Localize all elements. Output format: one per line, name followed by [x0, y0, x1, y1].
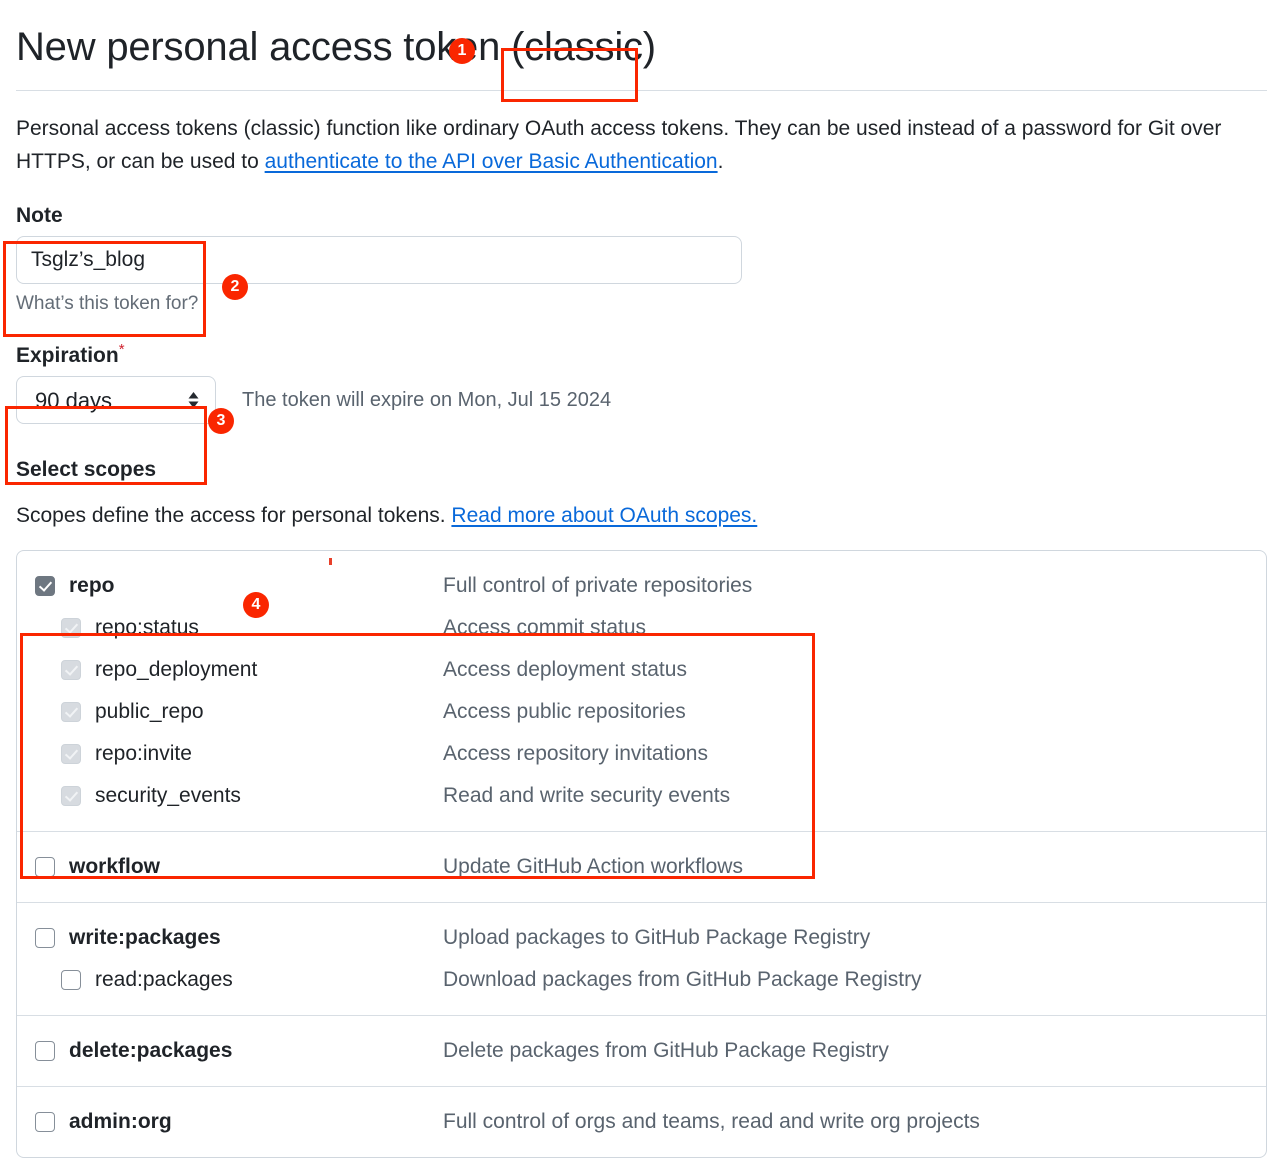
scope-description: Read and write security events [443, 784, 730, 808]
scope-description: Access commit status [443, 616, 646, 640]
scope-name: security_events [95, 784, 443, 808]
checkbox-repo-deployment [61, 660, 81, 680]
expiration-select[interactable]: 90 days [16, 376, 216, 424]
scopes-list: repoFull control of private repositories… [16, 550, 1267, 1158]
page-title-classic: (classic) [511, 25, 656, 69]
scope-description: Access repository invitations [443, 742, 708, 766]
checkbox-admin-org[interactable] [35, 1112, 55, 1132]
scope-group: workflowUpdate GitHub Action workflows [17, 832, 1266, 903]
scope-group: repoFull control of private repositories… [17, 551, 1266, 832]
expiration-select-wrapper: 90 days [16, 376, 216, 424]
annotation-badge-1: 1 [449, 38, 475, 64]
scope-name: public_repo [95, 700, 443, 724]
scope-name: repo_deployment [95, 658, 443, 682]
checkbox-public-repo [61, 702, 81, 722]
checkbox-delete-packages[interactable] [35, 1041, 55, 1061]
scope-description: Download packages from GitHub Package Re… [443, 968, 922, 992]
page-title: New personal access token (classic) [16, 24, 1267, 70]
scope-group: write:packagesUpload packages to GitHub … [17, 903, 1266, 1016]
expiration-info-text: The token will expire on Mon, Jul 15 202… [242, 389, 611, 412]
scope-name: repo:invite [95, 742, 443, 766]
expiration-label: Expiration* [16, 341, 1267, 368]
basic-auth-link[interactable]: authenticate to the API over Basic Authe… [265, 150, 718, 173]
scope-row-delete-packages[interactable]: delete:packagesDelete packages from GitH… [17, 1030, 1266, 1072]
checkbox-workflow[interactable] [35, 857, 55, 877]
scope-description: Full control of orgs and teams, read and… [443, 1110, 980, 1134]
expiration-row: 90 days The token will expire on Mon, Ju… [16, 376, 1267, 424]
expiration-label-text: Expiration [16, 344, 119, 367]
checkbox-security-events [61, 786, 81, 806]
checkbox-repo-status [61, 618, 81, 638]
annotation-badge-3: 3 [208, 408, 234, 434]
scope-row-repo-invite[interactable]: repo:inviteAccess repository invitations [17, 733, 1266, 775]
scope-row-admin-org[interactable]: admin:orgFull control of orgs and teams,… [17, 1101, 1266, 1143]
scope-description: Update GitHub Action workflows [443, 855, 743, 879]
scopes-description: Scopes define the access for personal to… [16, 504, 1267, 528]
scope-description: Access public repositories [443, 700, 686, 724]
scope-description: Access deployment status [443, 658, 687, 682]
scope-row-repo-deployment[interactable]: repo_deploymentAccess deployment status [17, 649, 1266, 691]
scope-row-write-packages[interactable]: write:packagesUpload packages to GitHub … [17, 917, 1266, 959]
required-marker: * [119, 341, 125, 358]
scope-name: delete:packages [69, 1039, 443, 1063]
scope-description: Upload packages to GitHub Package Regist… [443, 926, 870, 950]
title-divider [16, 90, 1267, 91]
intro-text-after: . [718, 150, 724, 173]
page-title-main: New personal access token [16, 25, 511, 69]
intro-paragraph: Personal access tokens (classic) functio… [16, 113, 1267, 178]
oauth-scopes-link[interactable]: Read more about OAuth scopes. [451, 504, 757, 527]
scope-description: Full control of private repositories [443, 574, 752, 598]
note-help-text: What’s this token for? [16, 293, 1267, 315]
checkbox-read-packages[interactable] [61, 970, 81, 990]
select-scopes-heading: Select scopes [16, 458, 1267, 482]
scope-name: repo:status [95, 616, 443, 640]
scope-group: delete:packagesDelete packages from GitH… [17, 1016, 1266, 1087]
scope-row-read-packages[interactable]: read:packagesDownload packages from GitH… [17, 959, 1266, 1001]
checkbox-repo[interactable] [35, 576, 55, 596]
note-input[interactable] [16, 236, 742, 284]
new-personal-access-token-page: New personal access token (classic) Pers… [0, 24, 1283, 1171]
scope-row-repo[interactable]: repoFull control of private repositories [17, 565, 1266, 607]
scope-row-workflow[interactable]: workflowUpdate GitHub Action workflows [17, 846, 1266, 888]
scope-row-security-events[interactable]: security_eventsRead and write security e… [17, 775, 1266, 817]
checkbox-write-packages[interactable] [35, 928, 55, 948]
scope-name: admin:org [69, 1110, 443, 1134]
scope-row-repo-status[interactable]: repo:statusAccess commit status [17, 607, 1266, 649]
annotation-badge-4: 4 [243, 592, 269, 618]
stray-red-mark [329, 558, 332, 565]
annotation-badge-2: 2 [222, 274, 248, 300]
scope-description: Delete packages from GitHub Package Regi… [443, 1039, 889, 1063]
note-label: Note [16, 204, 1267, 228]
scopes-description-text: Scopes define the access for personal to… [16, 504, 451, 527]
scope-name: write:packages [69, 926, 443, 950]
checkbox-repo-invite [61, 744, 81, 764]
scope-row-public-repo[interactable]: public_repoAccess public repositories [17, 691, 1266, 733]
scope-name: read:packages [95, 968, 443, 992]
scope-name: workflow [69, 855, 443, 879]
